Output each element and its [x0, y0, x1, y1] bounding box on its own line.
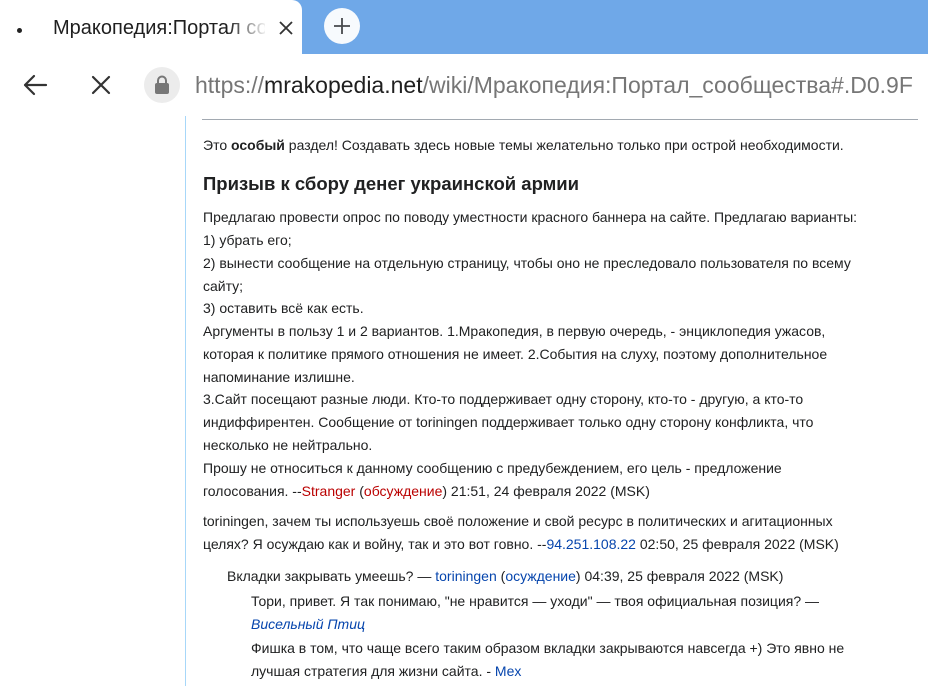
- timestamp: 04:39, 25 февраля 2022 (MSK): [580, 568, 784, 584]
- lock-icon: [155, 75, 169, 94]
- post-toriningen: Вкладки закрывать умеешь? — toriningen (…: [227, 568, 784, 584]
- user-talk-link[interactable]: обсуждение: [364, 483, 442, 499]
- post-line: 3) оставить всё как есть.: [203, 300, 364, 316]
- post-signature-line: целях? Я осуждаю как и войну, так и это …: [203, 533, 839, 556]
- post-signature-line: лучшая стратегия для жизни сайта. - Mex: [251, 660, 521, 683]
- post-line: 3.Сайт посещают разные люди. Кто-то подд…: [203, 391, 804, 407]
- url-path: /wiki/Мракопедия:Портал_сообщества#.D0.9…: [422, 72, 913, 98]
- post-line: несколько не нейтрально.: [203, 437, 373, 453]
- new-tab-button[interactable]: [324, 8, 360, 44]
- user-link-toriningen[interactable]: toriningen: [435, 568, 497, 584]
- post-line: toriningen, зачем ты используешь своё по…: [203, 513, 833, 529]
- site-info-button[interactable]: [144, 67, 180, 103]
- wiki-content: Это особый раздел! Создавать здесь новые…: [186, 116, 928, 686]
- post-line: индиффирентен. Сообщение от toriningen п…: [203, 414, 814, 430]
- section-title: Призыв к сбору денег украинской армии: [203, 173, 580, 194]
- user-link-stranger[interactable]: Stranger: [302, 483, 356, 499]
- arrow-left-icon: [23, 74, 48, 96]
- url-host: mrakopedia.net: [264, 72, 423, 98]
- intro-text: Это: [203, 137, 231, 153]
- post-text: Вкладки закрывать умеешь? —: [227, 568, 436, 584]
- tab-title-fade: [228, 10, 268, 44]
- timestamp: 02:50, 25 февраля 2022 (MSK): [635, 536, 839, 552]
- post-line: Аргументы в пользу 1 и 2 вариантов. 1.Мр…: [203, 323, 826, 339]
- post-line: Предлагаю провести опрос по поводу умест…: [203, 209, 858, 225]
- close-tab-icon[interactable]: [276, 18, 296, 38]
- post-signature-line: Висельный Птиц: [251, 613, 365, 636]
- timestamp: 21:51, 24 февраля 2022 (MSK): [447, 483, 650, 499]
- browser-toolbar: https://mrakopedia.net/wiki/Мракопедия:П…: [0, 54, 928, 116]
- browser-tab[interactable]: Мракопедия:Портал сообщества: [0, 0, 302, 54]
- intro-bold: особый: [231, 137, 285, 153]
- user-talk-link[interactable]: осуждение: [505, 568, 576, 584]
- user-link-mex[interactable]: Mex: [495, 663, 521, 679]
- url-scheme: https://: [195, 72, 265, 98]
- post-line: 2) вынести сообщение на отдельную страни…: [203, 255, 851, 271]
- post-line: Тори, привет. Я так понимаю, "не нравитс…: [251, 593, 820, 609]
- post-line: сайту;: [203, 278, 244, 294]
- favicon-icon: [17, 28, 22, 33]
- address-bar[interactable]: https://mrakopedia.net/wiki/Мракопедия:П…: [195, 69, 928, 101]
- close-icon: [91, 75, 111, 95]
- post-text: голосования. --: [203, 483, 302, 499]
- post-line: Прошу не относиться к данному сообщению …: [203, 460, 782, 476]
- post-line: которая к политике прямого отношения не …: [203, 346, 828, 362]
- post-signature-line: голосования. --Stranger (обсуждение) 21:…: [203, 483, 650, 499]
- post-line: Фишка в том, что чаще всего таким образо…: [251, 640, 845, 656]
- back-button[interactable]: [22, 73, 48, 97]
- user-link-viselny-ptits[interactable]: Висельный Птиц: [251, 616, 365, 632]
- intro-text-end: раздел! Создавать здесь новые темы желат…: [284, 137, 844, 153]
- post-text: лучшая стратегия для жизни сайта. -: [251, 663, 495, 679]
- intro-paragraph: Это особый раздел! Создавать здесь новые…: [203, 134, 844, 157]
- post-line: напоминание излишне.: [203, 369, 355, 385]
- ip-user-link[interactable]: 94.251.108.22: [546, 536, 636, 552]
- plus-icon: [334, 18, 350, 34]
- tab-strip: Мракопедия:Портал сообщества: [0, 0, 928, 54]
- post-text: целях? Я осуждаю как и войну, так и это …: [203, 536, 547, 552]
- stop-loading-button[interactable]: [90, 74, 112, 96]
- post-line: 1) убрать его;: [203, 232, 292, 248]
- heading-underline: [202, 119, 918, 120]
